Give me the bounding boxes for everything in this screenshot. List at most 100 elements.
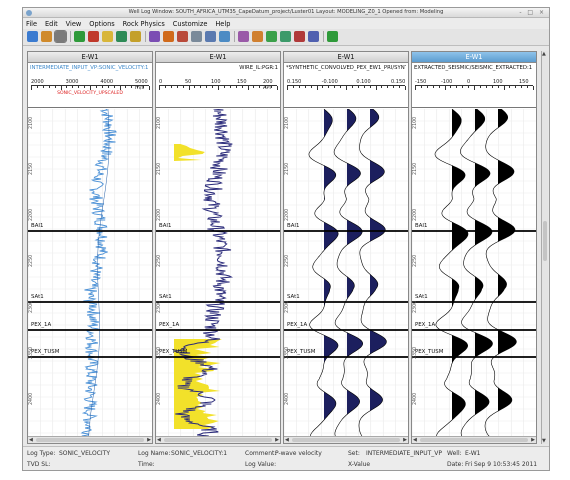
well-log-window: Well Log Window: SOUTH_AFRICA_UTM35_Cape… <box>22 7 550 471</box>
horizontal-scroll-thumb[interactable] <box>36 438 144 442</box>
brush-icon[interactable] <box>294 31 305 42</box>
depth-label: 2300 <box>413 300 418 313</box>
log-track-3[interactable]: E-W1 *SYNTHETIC_CONVOLVED_PEX_EW1_PRI/SYN… <box>283 51 409 444</box>
fit-icon[interactable] <box>27 31 38 42</box>
horizontal-scroll-thumb[interactable] <box>292 438 400 442</box>
formation-label: SAt1 <box>159 294 172 300</box>
depth-label: 2250 <box>285 254 290 267</box>
formation-label: SAt1 <box>287 294 300 300</box>
menu-edit[interactable]: Edit <box>42 18 61 28</box>
pan-icon[interactable] <box>41 31 52 42</box>
window-title: Well Log Window: SOUTH_AFRICA_UTM35_Cape… <box>128 9 444 15</box>
status-bar: Log Type: SONIC_VELOCITY Log Name: SONIC… <box>23 446 549 470</box>
track-well-header[interactable]: E-W1 <box>156 52 280 63</box>
arrow-icon[interactable] <box>327 31 338 42</box>
comment-label: Comment: <box>245 450 277 457</box>
depth-label: 2200 <box>157 208 162 221</box>
curve-name: WIRE_IL:PGR:1 <box>239 65 278 71</box>
window-controls[interactable]: - □ × <box>519 9 546 16</box>
seismic-trace-fill <box>475 109 493 438</box>
track-horizontal-scrollbar[interactable]: ◀ ▶ <box>284 436 408 443</box>
grid-icon[interactable] <box>238 31 249 42</box>
menu-help[interactable]: Help <box>212 18 233 28</box>
seismic-trace-wiggle <box>358 109 387 438</box>
menu-file[interactable]: File <box>23 18 40 28</box>
formation-label: PEX_TUSM <box>415 349 444 355</box>
crossplot-icon[interactable] <box>130 31 141 42</box>
chart-icon[interactable] <box>191 31 202 42</box>
menu-customize[interactable]: Customize <box>170 18 211 28</box>
depth-label: 2250 <box>413 254 418 267</box>
horizontal-scroll-thumb[interactable] <box>164 438 272 442</box>
scroll-left-icon[interactable]: ◀ <box>413 437 417 443</box>
scroll-left-icon[interactable]: ◀ <box>285 437 289 443</box>
zoom-in-icon[interactable] <box>54 30 67 43</box>
log-track-1[interactable]: E-W1 INTERMEDIATE_INPUT_VP:SONIC_VELOCITY… <box>27 51 153 444</box>
track-plot-svg <box>412 109 536 438</box>
track-well-header[interactable]: E-W1 <box>412 52 536 63</box>
depth-label: 2250 <box>29 254 34 267</box>
track-log-header[interactable]: EXTRACTED_SEISMIC/SEISMIC_EXTRACTED:1 -15… <box>412 63 536 108</box>
scroll-right-icon[interactable]: ▶ <box>531 437 535 443</box>
track-well-header[interactable]: E-W1 <box>28 52 152 63</box>
layout-icon[interactable] <box>149 31 160 42</box>
vertical-scrollbar[interactable]: ▲ ▼ <box>541 51 548 444</box>
track-plot-area[interactable]: BAI1 SAt1 PEX_1A PEX_TUSM 2100 2150 2200 2250 23… <box>28 109 152 438</box>
depth-label: 2150 <box>157 162 162 175</box>
track-plot-area[interactable]: BAI1 SAt1 PEX_1A PEX_TUSM 2100 2150 2200 2250 23… <box>156 109 280 438</box>
vertical-scroll-thumb[interactable] <box>543 221 547 261</box>
scroll-up-icon[interactable]: ▲ <box>542 51 546 57</box>
track-log-header[interactable]: WIRE_IL:PGR:1 0 50 100 150 200 API <box>156 63 280 108</box>
log-track-4[interactable]: E-W1 EXTRACTED_SEISMIC/SEISMIC_EXTRACTED:… <box>411 51 537 444</box>
log-track-2[interactable]: E-W1 WIRE_IL:PGR:1 0 50 100 150 200 API BAI1 SAt… <box>155 51 281 444</box>
zoom-minus-icon[interactable] <box>88 31 99 42</box>
track-horizontal-scrollbar[interactable]: ◀ ▶ <box>156 436 280 443</box>
scroll-left-icon[interactable]: ◀ <box>157 437 161 443</box>
menu-options[interactable]: Options <box>86 18 117 28</box>
depth-label: 2150 <box>413 162 418 175</box>
edit-icon[interactable] <box>163 31 174 42</box>
depth-label: 2350 <box>157 346 162 359</box>
x-value-label: X-Value <box>348 461 371 468</box>
depth-label: 2300 <box>29 300 34 313</box>
table-icon[interactable] <box>177 31 188 42</box>
flag-icon[interactable] <box>266 31 277 42</box>
horizontal-scroll-thumb[interactable] <box>420 438 528 442</box>
zoom-plus-icon[interactable] <box>74 31 85 42</box>
wand-icon[interactable] <box>280 31 291 42</box>
scroll-left-icon[interactable]: ◀ <box>29 437 33 443</box>
log-name-label: Log Name: <box>138 450 171 457</box>
print-icon[interactable] <box>219 31 230 42</box>
seismic-trace-fill <box>498 109 517 438</box>
formation-label: PEX_TUSM <box>287 349 316 355</box>
track-horizontal-scrollbar[interactable]: ◀ ▶ <box>28 436 152 443</box>
menu-view[interactable]: View <box>63 18 85 28</box>
track-horizontal-scrollbar[interactable]: ◀ ▶ <box>412 436 536 443</box>
refresh-icon[interactable] <box>252 31 263 42</box>
track-well-header[interactable]: E-W1 <box>284 52 408 63</box>
scroll-right-icon[interactable]: ▶ <box>147 437 151 443</box>
track-plot-area[interactable]: BAI1 SAt1 PEX_1A PEX_TUSM 2100 2150 2200 2250 23… <box>412 109 536 438</box>
scroll-right-icon[interactable]: ▶ <box>275 437 279 443</box>
depth-label: 2100 <box>413 116 418 129</box>
title-bar[interactable]: Well Log Window: SOUTH_AFRICA_UTM35_Cape… <box>23 8 549 18</box>
track-log-header[interactable]: INTERMEDIATE_INPUT_VP:SONIC_VELOCITY:1 20… <box>28 63 152 108</box>
bars-icon[interactable] <box>205 31 216 42</box>
seismic-trace-wiggle <box>459 109 493 438</box>
depth-label: 2350 <box>285 346 290 359</box>
comment-value: P-wave velocity <box>275 450 322 457</box>
zoom-box-icon[interactable] <box>102 31 113 42</box>
formation-label: PEX_1A <box>31 322 52 328</box>
scroll-down-icon[interactable]: ▼ <box>542 438 546 444</box>
track-log-header[interactable]: *SYNTHETIC_CONVOLVED_PEX_EW1_PRI/SYNT 0.1… <box>284 63 408 108</box>
depth-label: 2350 <box>29 346 34 359</box>
note-icon[interactable] <box>308 31 319 42</box>
track-plot-svg <box>28 109 152 438</box>
track-plot-area[interactable]: BAI1 SAt1 PEX_1A PEX_TUSM 2100 2150 2200 2250 23… <box>284 109 408 438</box>
depth-label: 2400 <box>157 392 162 405</box>
display-icon[interactable] <box>116 31 127 42</box>
formation-label: BAI1 <box>415 223 428 229</box>
menu-rock-physics[interactable]: Rock Physics <box>120 18 168 28</box>
time-label: Time: <box>138 461 155 468</box>
scroll-right-icon[interactable]: ▶ <box>403 437 407 443</box>
